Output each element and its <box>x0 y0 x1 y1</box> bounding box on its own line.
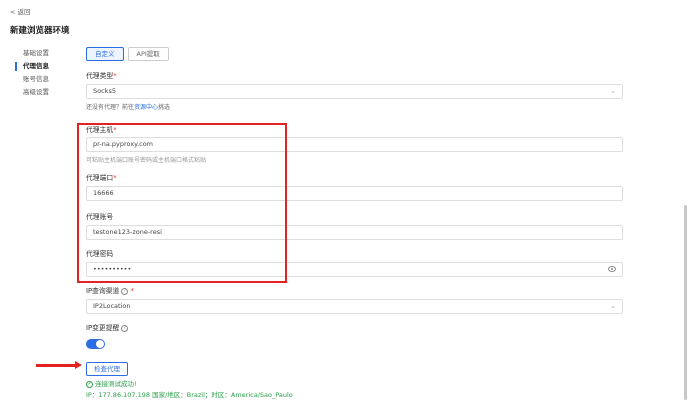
ip-alert-label: IP变更提醒? <box>86 322 129 332</box>
ip-info: IP：177.86.107.198 国家/地区：Brazil；时区：Americ… <box>86 391 293 399</box>
proxy-source-tabs: 自定义 API提取 <box>86 47 169 61</box>
back-link[interactable]: < 返回 <box>10 6 31 16</box>
annotation-arrow <box>36 361 82 369</box>
resource-center-link[interactable]: 资源中心 <box>134 104 158 111</box>
tab-api[interactable]: API提取 <box>127 47 169 61</box>
connection-status: ✓ 连接测试成功! <box>86 380 137 388</box>
ip-alert-toggle[interactable] <box>86 339 105 349</box>
page-title: 新建浏览器环境 <box>10 26 70 36</box>
side-nav: 基础设置 代理信息 账号信息 高级设置 <box>12 47 72 99</box>
ip-channel-label: IP查询渠道? * <box>86 287 134 295</box>
eye-icon[interactable] <box>608 266 616 272</box>
ip-channel-select[interactable]: IP2Location ⌄ <box>86 299 623 314</box>
help-icon[interactable]: ? <box>121 324 129 332</box>
nav-item-proxy[interactable]: 代理信息 <box>12 60 72 73</box>
proxy-type-select[interactable]: Socks5 ⌄ <box>86 84 623 99</box>
scrollbar[interactable] <box>684 205 687 400</box>
check-circle-icon: ✓ <box>86 380 93 388</box>
proxy-type-label: 代理类型* <box>86 72 117 80</box>
toggle-knob <box>96 340 104 348</box>
no-proxy-hint: 还没有代理？前往资源中心挑选 <box>86 104 171 111</box>
chevron-down-icon: ⌄ <box>610 302 616 310</box>
check-proxy-button[interactable]: 检查代理 <box>86 362 128 376</box>
nav-item-basic[interactable]: 基础设置 <box>12 47 72 60</box>
annotation-highlight-box <box>77 123 287 283</box>
help-icon[interactable]: ? <box>121 287 129 295</box>
chevron-down-icon: ⌄ <box>610 87 616 95</box>
nav-item-account[interactable]: 账号信息 <box>12 73 72 86</box>
tab-custom[interactable]: 自定义 <box>86 47 124 61</box>
nav-item-advanced[interactable]: 高级设置 <box>12 86 72 99</box>
